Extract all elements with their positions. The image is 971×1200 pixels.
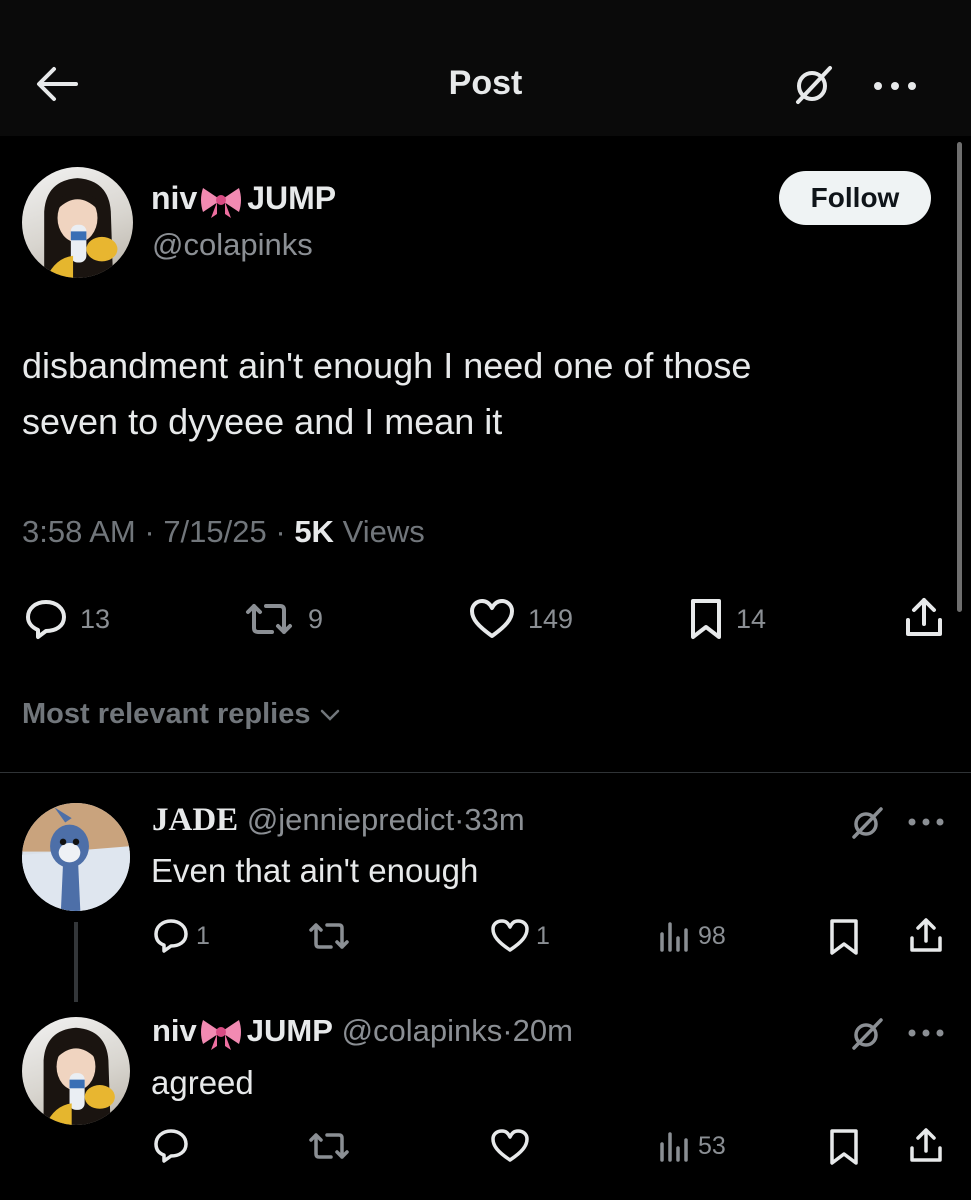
reply-icon	[154, 919, 188, 953]
reply-text: Even that ain't enough	[151, 852, 479, 889]
replies-sort-dropdown[interactable]: Most relevant replies	[22, 698, 341, 731]
reply-author-name-text: niv	[152, 1013, 197, 1048]
more-icon[interactable]	[906, 814, 946, 830]
post-text: disbandment ain't enough I need one of t…	[22, 338, 922, 450]
scrollbar[interactable]	[957, 142, 962, 612]
follow-button[interactable]: Follow	[779, 171, 931, 225]
reply-button[interactable]: 1	[152, 918, 210, 954]
post-date[interactable]: 7/15/25	[163, 514, 266, 549]
chevron-down-icon	[320, 709, 339, 721]
like-button[interactable]	[490, 1128, 536, 1164]
views-button[interactable]: 98	[658, 920, 726, 952]
reply-header: niv JUMP @colapinks·20m	[152, 1013, 573, 1050]
author-name[interactable]: niv JUMP	[151, 180, 336, 218]
repost-button[interactable]	[306, 1130, 358, 1162]
reply-avatar-jade[interactable]	[22, 803, 130, 911]
reply-author-handle[interactable]: @colapinks	[342, 1013, 503, 1048]
views-chart-icon	[660, 1132, 688, 1162]
grok-icon	[796, 66, 832, 104]
repost-icon	[246, 604, 292, 634]
reply-icon	[26, 600, 66, 639]
repost-button[interactable]: 9	[242, 600, 323, 638]
reply-author-handle[interactable]: @jenniepredict	[247, 802, 454, 837]
reply-time[interactable]: 33m	[464, 802, 524, 837]
avatar[interactable]	[22, 167, 133, 278]
share-icon[interactable]	[908, 1126, 944, 1164]
heart-icon	[470, 599, 514, 638]
repost-icon	[309, 923, 349, 949]
heart-icon	[491, 1129, 529, 1162]
views-count: 98	[698, 921, 726, 950]
post-meta: 3:58 AM · 7/15/25 · 5K Views	[22, 514, 425, 549]
like-count: 149	[528, 603, 574, 634]
reply-count: 1	[196, 921, 210, 950]
author-name-text: niv	[151, 180, 198, 216]
views-label[interactable]: Views	[343, 514, 425, 549]
like-button[interactable]: 1	[490, 918, 550, 954]
avatar-photo	[43, 1027, 115, 1125]
views-button[interactable]: 53	[658, 1130, 726, 1162]
share-icon	[906, 598, 942, 636]
bow-icon	[201, 187, 242, 218]
heart-icon	[491, 919, 529, 952]
author-handle[interactable]: @colapinks	[152, 227, 313, 263]
grok-icon[interactable]	[848, 1015, 886, 1053]
reply-author-name[interactable]: niv JUMP	[152, 1013, 333, 1050]
reply-author-name[interactable]: JADE	[152, 802, 238, 838]
reply-avatar-niv[interactable]	[22, 1017, 130, 1125]
bookmark-icon	[691, 599, 721, 639]
reply-count: 13	[80, 603, 111, 634]
bookmark-button[interactable]: 14	[688, 598, 766, 640]
post-text-line-1: disbandment ain't enough I need one of t…	[22, 345, 752, 386]
repost-button[interactable]	[306, 920, 358, 952]
divider	[0, 772, 971, 773]
reply-text: agreed	[151, 1064, 254, 1101]
replies-sort-label: Most relevant replies	[22, 698, 311, 730]
author-name-suffix: JUMP	[247, 180, 337, 216]
like-button[interactable]: 149	[468, 598, 573, 640]
reply-header: JADE @jenniepredict·33m	[152, 802, 525, 838]
avatar-photo	[44, 178, 118, 278]
more-icon[interactable]	[906, 1025, 946, 1041]
reply-button[interactable]: 13	[24, 598, 110, 640]
bookmark-icon[interactable]	[828, 918, 860, 956]
post-time[interactable]: 3:58 AM	[22, 514, 136, 549]
views-count[interactable]: 5K	[294, 514, 334, 549]
reply-icon	[154, 1129, 188, 1163]
bow-icon	[200, 1019, 241, 1050]
top-bar: Post	[0, 0, 971, 136]
thread-line	[74, 922, 78, 1002]
like-count: 1	[536, 921, 550, 950]
post-text-line-2: seven to dyyeee and I mean it	[22, 401, 503, 442]
views-count: 53	[698, 1131, 726, 1160]
grok-icon[interactable]	[848, 804, 886, 842]
bookmark-icon[interactable]	[828, 1128, 860, 1166]
more-icon	[874, 82, 916, 90]
views-chart-icon	[660, 922, 688, 952]
share-button[interactable]	[903, 596, 945, 638]
avatar-photo	[22, 803, 130, 911]
more-button[interactable]	[872, 76, 918, 96]
repost-icon	[309, 1133, 349, 1159]
repost-count: 9	[308, 603, 324, 634]
reply-author-name-suffix: JUMP	[246, 1013, 333, 1048]
grok-button[interactable]	[790, 62, 836, 108]
share-icon[interactable]	[908, 916, 944, 954]
reply-time[interactable]: 20m	[513, 1013, 573, 1048]
reply-button[interactable]	[152, 1128, 196, 1164]
bookmark-count: 14	[736, 603, 767, 634]
